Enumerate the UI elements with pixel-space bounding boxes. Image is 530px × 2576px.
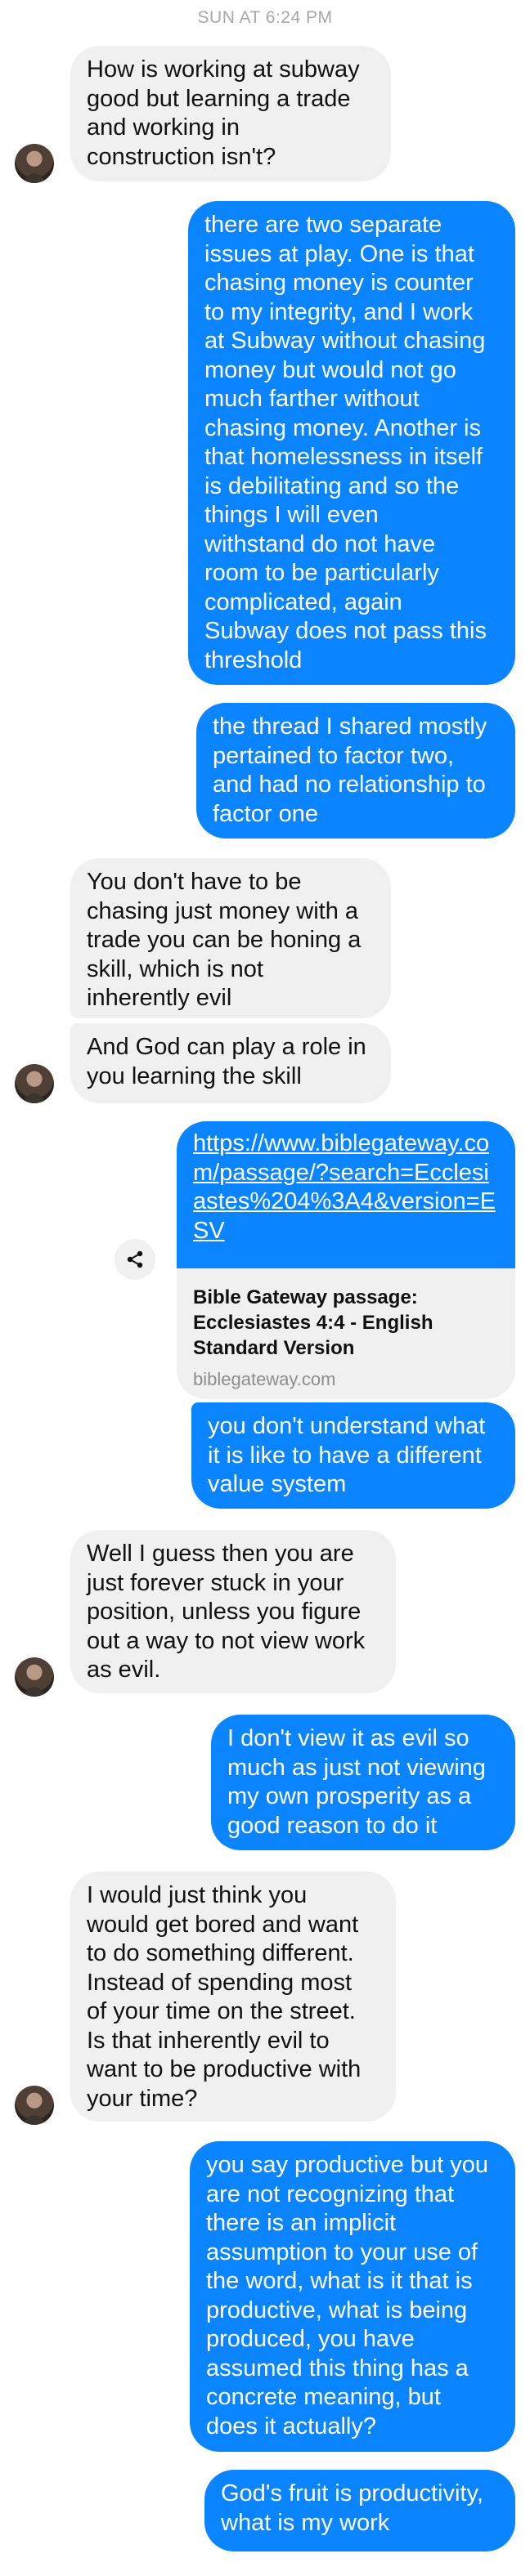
outgoing-message[interactable]: you say productive but you are not recog… bbox=[190, 2141, 515, 2452]
outgoing-message[interactable]: God's fruit is productivity, what is my … bbox=[204, 2470, 515, 2551]
contact-avatar[interactable] bbox=[15, 144, 54, 183]
incoming-message[interactable]: And God can play a role in you learning … bbox=[70, 1023, 391, 1103]
contact-avatar[interactable] bbox=[15, 2086, 54, 2125]
contact-avatar[interactable] bbox=[15, 1657, 54, 1697]
link-url[interactable]: https://www.biblegateway.com/passage/?se… bbox=[177, 1121, 515, 1268]
outgoing-message[interactable]: there are two separate issues at play. O… bbox=[188, 201, 515, 685]
link-preview-body[interactable]: Bible Gateway passage: Ecclesiastes 4:4 … bbox=[177, 1268, 515, 1399]
incoming-message[interactable]: How is working at subway good but learni… bbox=[70, 46, 391, 181]
incoming-message[interactable]: I would just think you would get bored a… bbox=[70, 1872, 396, 2122]
link-title: Bible Gateway passage: Ecclesiastes 4:4 … bbox=[193, 1286, 433, 1359]
outgoing-message[interactable]: you don't understand what it is like to … bbox=[191, 1402, 515, 1509]
outgoing-message[interactable]: I don't view it as evil so much as just … bbox=[211, 1715, 515, 1850]
link-preview-card[interactable]: https://www.biblegateway.com/passage/?se… bbox=[177, 1121, 515, 1399]
incoming-message[interactable]: You don't have to be chasing just money … bbox=[70, 858, 391, 1018]
outgoing-message[interactable]: the thread I shared mostly pertained to … bbox=[196, 703, 515, 839]
incoming-message[interactable]: Well I guess then you are just forever s… bbox=[70, 1530, 396, 1693]
share-button[interactable] bbox=[115, 1239, 155, 1280]
timestamp: SUN AT 6:24 PM bbox=[197, 8, 333, 27]
contact-avatar[interactable] bbox=[15, 1064, 54, 1103]
share-icon bbox=[127, 1250, 143, 1268]
link-domain: biblegateway.com bbox=[193, 1369, 336, 1389]
